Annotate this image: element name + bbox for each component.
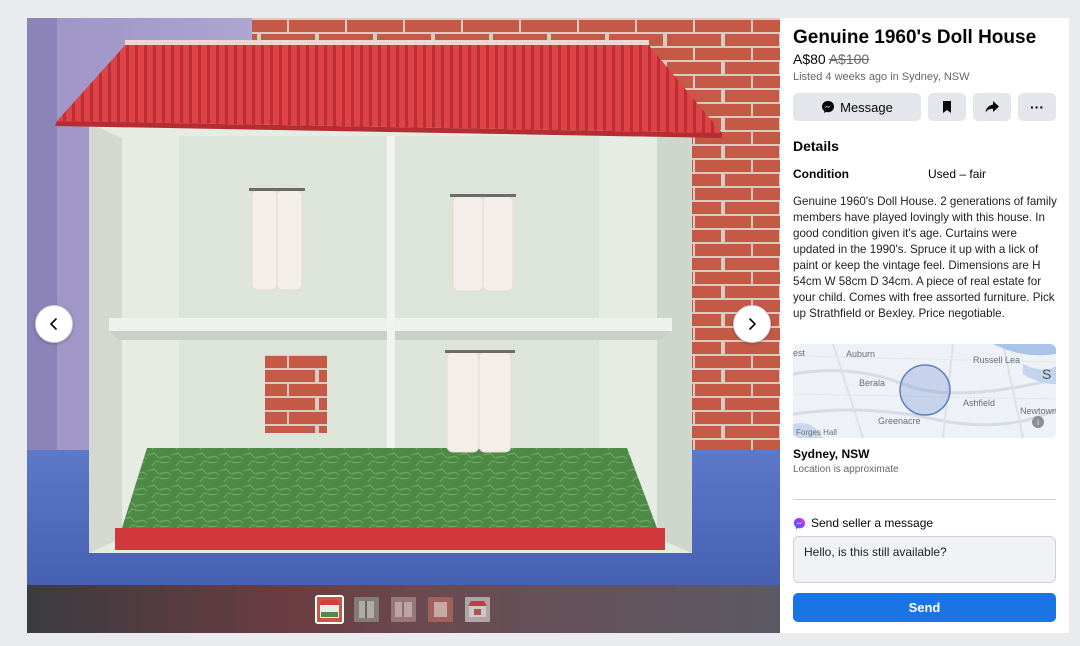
message-button-label: Message xyxy=(840,99,893,115)
message-button[interactable]: Message xyxy=(793,93,921,121)
share-button[interactable] xyxy=(973,93,1011,121)
messenger-icon xyxy=(822,101,835,113)
details-heading: Details xyxy=(793,138,839,154)
thumbnail[interactable] xyxy=(315,594,344,624)
location-map[interactable]: i Auburn Russell Lea Berala Ashfield Gre… xyxy=(793,344,1056,438)
thumbnail[interactable] xyxy=(463,595,492,624)
location-city: Sydney, NSW xyxy=(793,447,870,461)
share-arrow-icon xyxy=(985,101,999,113)
send-message-heading: Send seller a message xyxy=(793,516,933,530)
next-photo-button[interactable] xyxy=(733,305,771,343)
map-label: Forges Hall xyxy=(796,428,837,437)
bookmark-icon xyxy=(943,101,951,113)
map-label: Berala xyxy=(859,378,886,388)
doll-house-photo xyxy=(27,18,780,585)
chevron-right-icon xyxy=(749,318,757,330)
messenger-icon xyxy=(793,517,806,529)
send-message-label: Send seller a message xyxy=(811,516,934,530)
condition-value: Used – fair xyxy=(928,167,987,181)
location-note: Location is approximate xyxy=(793,464,899,475)
more-icon: ··· xyxy=(1030,99,1044,115)
send-button[interactable]: Send xyxy=(793,593,1056,622)
previous-photo-button[interactable] xyxy=(35,305,73,343)
map-label: Russell Lea xyxy=(973,355,1021,365)
map-label: Greenacre xyxy=(878,416,921,426)
map-label: Ashfield xyxy=(963,398,996,408)
save-button[interactable] xyxy=(928,93,966,121)
listing-photo xyxy=(27,18,780,585)
price-row: A$80 A$100 xyxy=(793,51,869,67)
condition-label: Condition xyxy=(793,167,849,181)
map-label: Auburn xyxy=(846,349,876,359)
chevron-left-icon xyxy=(49,318,57,330)
message-input[interactable]: Hello, is this still available? xyxy=(793,536,1056,583)
divider xyxy=(793,499,1056,500)
listing-description: Genuine 1960's Doll House. 2 generations… xyxy=(793,195,1057,320)
listing-price: A$80 xyxy=(793,51,826,67)
map-label: est xyxy=(793,348,806,358)
map-label: Newtown xyxy=(1020,406,1056,416)
more-options-button[interactable]: ··· xyxy=(1018,93,1056,121)
thumbnail[interactable] xyxy=(389,595,418,624)
listing-title: Genuine 1960's Doll House xyxy=(793,27,1037,48)
original-price: A$100 xyxy=(828,51,870,67)
thumbnail[interactable] xyxy=(426,595,455,624)
listing-details-panel: Genuine 1960's Doll House A$80 A$100 List… xyxy=(780,18,1069,633)
thumbnail-strip xyxy=(27,585,780,633)
svg-text:i: i xyxy=(1037,418,1039,427)
listed-info: Listed 4 weeks ago in Sydney, NSW xyxy=(793,71,970,83)
action-bar: Message ··· xyxy=(793,93,1056,121)
thumbnail[interactable] xyxy=(352,595,381,624)
media-viewer xyxy=(27,18,780,633)
map-label: S xyxy=(1042,366,1052,382)
